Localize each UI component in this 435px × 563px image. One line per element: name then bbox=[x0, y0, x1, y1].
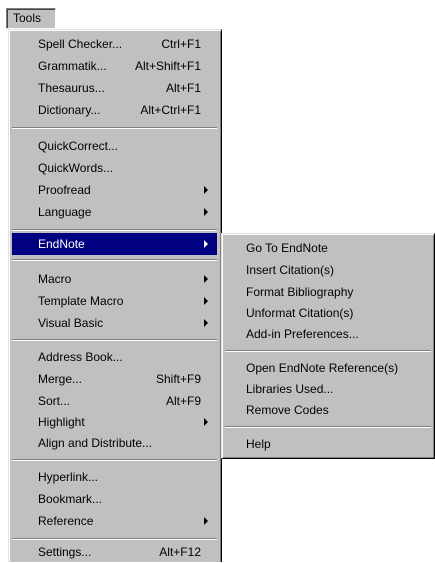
menu-item-thesaurus[interactable]: Thesaurus... Alt+F1 bbox=[12, 77, 217, 99]
menu-item-label: Open EndNote Reference(s) bbox=[246, 361, 399, 375]
submenu-item-unformat-citations[interactable]: Unformat Citation(s) bbox=[225, 302, 431, 324]
menu-item-label: Sort... bbox=[38, 394, 71, 408]
menu-item-highlight[interactable]: Highlight bbox=[12, 411, 217, 433]
menu-item-shortcut: Alt+F9 bbox=[165, 394, 201, 408]
menu-item-shortcut: Alt+Shift+F1 bbox=[134, 59, 201, 73]
submenu-item-insert-citations[interactable]: Insert Citation(s) bbox=[225, 259, 431, 281]
menu-item-label: Proofread bbox=[38, 183, 91, 197]
menu-item-label: Highlight bbox=[38, 415, 85, 429]
menu-item-dictionary[interactable]: Dictionary... Alt+Ctrl+F1 bbox=[12, 99, 217, 121]
menu-item-label: Reference bbox=[38, 514, 94, 528]
submenu-arrow-icon bbox=[204, 208, 208, 216]
menu-item-label: Add-in Preferences... bbox=[246, 327, 359, 341]
menu-item-label: Format Bibliography bbox=[246, 285, 354, 299]
submenu-item-go-to-endnote[interactable]: Go To EndNote bbox=[225, 237, 431, 259]
menubar-tools-label: Tools bbox=[13, 11, 42, 25]
menu-item-template-macro[interactable]: Template Macro bbox=[12, 290, 217, 312]
menu-item-proofread[interactable]: Proofread bbox=[12, 179, 217, 201]
menu-item-spell-checker[interactable]: Spell Checker... Ctrl+F1 bbox=[12, 33, 217, 55]
submenu-arrow-icon bbox=[204, 319, 208, 327]
submenu-arrow-icon bbox=[204, 275, 208, 283]
menu-separator bbox=[12, 259, 217, 261]
submenu-item-help[interactable]: Help bbox=[225, 433, 431, 455]
menu-item-label: Template Macro bbox=[38, 294, 124, 308]
menu-item-visual-basic[interactable]: Visual Basic bbox=[12, 312, 217, 334]
menu-item-endnote[interactable]: EndNote bbox=[12, 233, 217, 255]
menu-item-label: Unformat Citation(s) bbox=[246, 306, 354, 320]
menu-item-macro[interactable]: Macro bbox=[12, 268, 217, 290]
menu-separator bbox=[12, 459, 217, 461]
menu-item-quickwords[interactable]: QuickWords... bbox=[12, 157, 217, 179]
menu-item-address-book[interactable]: Address Book... bbox=[12, 346, 217, 368]
menu-item-label: Hyperlink... bbox=[38, 470, 99, 484]
menu-separator bbox=[12, 229, 217, 231]
menu-separator bbox=[12, 127, 217, 129]
tools-menu: Spell Checker... Ctrl+F1 Grammatik... Al… bbox=[8, 29, 222, 562]
menu-item-label: QuickWords... bbox=[38, 161, 114, 175]
menu-item-label: Language bbox=[38, 205, 92, 219]
menu-separator bbox=[225, 350, 431, 352]
menubar-tools[interactable]: Tools bbox=[6, 8, 56, 29]
menu-item-shortcut: Alt+Ctrl+F1 bbox=[140, 103, 201, 117]
menu-item-shortcut: Ctrl+F1 bbox=[161, 37, 201, 51]
menu-item-grammatik[interactable]: Grammatik... Alt+Shift+F1 bbox=[12, 55, 217, 77]
menu-item-reference[interactable]: Reference bbox=[12, 510, 217, 532]
menu-item-label: Go To EndNote bbox=[246, 241, 328, 255]
menu-item-label: Merge... bbox=[38, 372, 83, 386]
menu-item-label: Help bbox=[246, 437, 271, 451]
menu-separator bbox=[225, 426, 431, 428]
menu-separator bbox=[12, 538, 217, 540]
menu-item-shortcut: Alt+F12 bbox=[159, 545, 201, 559]
menu-item-shortcut: Alt+F1 bbox=[165, 81, 201, 95]
menu-item-label: QuickCorrect... bbox=[38, 139, 119, 153]
menu-item-label: Remove Codes bbox=[246, 403, 329, 417]
submenu-arrow-icon bbox=[204, 240, 208, 248]
menu-item-label: Grammatik... bbox=[38, 59, 107, 73]
menu-item-merge[interactable]: Merge... Shift+F9 bbox=[12, 368, 217, 390]
menu-item-settings[interactable]: Settings... Alt+F12 bbox=[12, 541, 217, 563]
menu-item-label: Address Book... bbox=[38, 350, 123, 364]
submenu-arrow-icon bbox=[204, 186, 208, 194]
submenu-arrow-icon bbox=[204, 517, 208, 525]
menu-item-label: Dictionary... bbox=[38, 103, 101, 117]
menu-item-language[interactable]: Language bbox=[12, 201, 217, 223]
submenu-item-format-bibliography[interactable]: Format Bibliography bbox=[225, 281, 431, 303]
submenu-item-open-endnote-reference[interactable]: Open EndNote Reference(s) bbox=[225, 357, 431, 379]
menu-item-shortcut: Shift+F9 bbox=[155, 372, 201, 386]
menu-item-label: Spell Checker... bbox=[38, 37, 123, 51]
menu-item-label: Settings... bbox=[38, 545, 92, 559]
menu-item-label: Visual Basic bbox=[38, 316, 104, 330]
menu-item-label: Align and Distribute... bbox=[38, 436, 153, 450]
menu-item-label: EndNote bbox=[38, 237, 85, 251]
submenu-arrow-icon bbox=[204, 418, 208, 426]
menu-item-label: Insert Citation(s) bbox=[246, 263, 335, 277]
submenu-item-libraries-used[interactable]: Libraries Used... bbox=[225, 378, 431, 400]
menu-item-quickcorrect[interactable]: QuickCorrect... bbox=[12, 135, 217, 157]
menu-item-bookmark[interactable]: Bookmark... bbox=[12, 488, 217, 510]
menu-item-label: Bookmark... bbox=[38, 492, 103, 506]
submenu-arrow-icon bbox=[204, 297, 208, 305]
submenu-item-addin-preferences[interactable]: Add-in Preferences... bbox=[225, 323, 431, 345]
submenu-item-remove-codes[interactable]: Remove Codes bbox=[225, 399, 431, 421]
menu-separator bbox=[12, 339, 217, 341]
endnote-submenu: Go To EndNote Insert Citation(s) Format … bbox=[221, 233, 435, 459]
menu-item-label: Macro bbox=[38, 272, 72, 286]
menu-item-sort[interactable]: Sort... Alt+F9 bbox=[12, 390, 217, 412]
menu-item-align-distribute[interactable]: Align and Distribute... bbox=[12, 432, 217, 454]
menu-item-label: Thesaurus... bbox=[38, 81, 105, 95]
menu-item-label: Libraries Used... bbox=[246, 382, 334, 396]
menu-item-hyperlink[interactable]: Hyperlink... bbox=[12, 466, 217, 488]
